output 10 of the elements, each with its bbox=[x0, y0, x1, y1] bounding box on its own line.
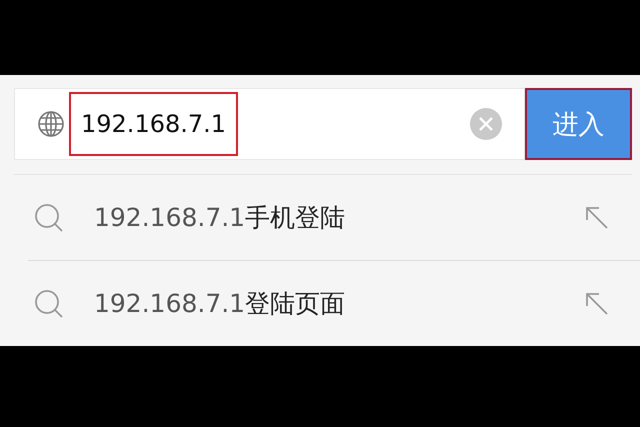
arrow-icon[interactable] bbox=[584, 290, 610, 316]
search-icon bbox=[34, 202, 64, 232]
globe-icon bbox=[37, 110, 65, 138]
arrow-icon[interactable] bbox=[584, 204, 610, 230]
address-bar[interactable]: 192.168.7.1 bbox=[14, 88, 525, 160]
search-icon bbox=[34, 288, 64, 318]
url-text[interactable]: 192.168.7.1 bbox=[69, 92, 238, 156]
suggestion-item[interactable]: 192.168.7.1登陆页面 bbox=[94, 287, 346, 320]
suggestion-item[interactable]: 192.168.7.1手机登陆 bbox=[94, 201, 346, 234]
clear-icon[interactable] bbox=[470, 108, 502, 140]
